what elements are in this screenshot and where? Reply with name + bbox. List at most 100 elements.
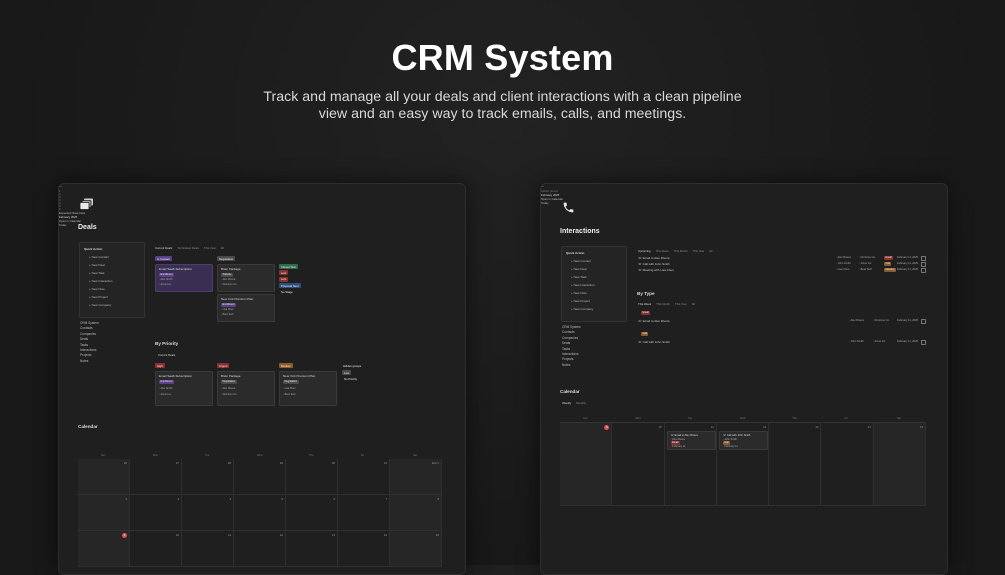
sidebar-nav-item[interactable]: Companies xyxy=(562,336,578,340)
interaction-checkbox[interactable] xyxy=(921,268,926,273)
calendar-event-card[interactable]: ☏ Email to Alex Rivera ◦ Alex Rivera Email… xyxy=(666,431,716,450)
calendar-day-cell[interactable]: 31 xyxy=(338,459,390,495)
quick-action-item[interactable]: + New Interaction xyxy=(89,279,112,283)
deal-card[interactable]: Email SaaS Subscription Enrollment ◦ Alex … xyxy=(155,264,213,292)
by-type-tab[interactable]: This Month xyxy=(656,302,670,306)
interaction-title[interactable]: ☏ Email to Alex Rivera xyxy=(638,256,669,260)
deal-card[interactable]: Email SaaS Subscription Enrollment ◦ Alex … xyxy=(155,371,213,406)
interaction-title[interactable]: ☏ Meeting with Lisa Chen xyxy=(638,268,674,272)
calendar-day-cell[interactable]: 9 xyxy=(78,531,130,567)
view-tab[interactable]: This Year xyxy=(204,246,216,250)
sidebar-nav-item[interactable]: CRM System xyxy=(80,321,99,325)
deal-card[interactable]: New York Premium Plan Negotiation ◦ Lisa C… xyxy=(279,371,337,406)
interaction-title[interactable]: ☏ Call with John Smith xyxy=(638,262,670,266)
hero-subtitle: Track and manage all your deals and clie… xyxy=(263,89,742,122)
calendar-day-cell[interactable]: 13 xyxy=(286,531,338,567)
calendar-day-cell[interactable]: 15 xyxy=(873,422,927,506)
interaction-checkbox[interactable] xyxy=(921,256,926,261)
calendar-day-cell[interactable]: 3 xyxy=(130,495,182,531)
calendar-day-cell[interactable]: 12 ☏ Call with John Smith ◦ John Smith Call… xyxy=(716,422,770,506)
interaction-checkbox[interactable] xyxy=(921,319,926,324)
deal-card[interactable]: Brain Package Negotiation ◦ Alex Rivera ◦ D… xyxy=(217,371,275,406)
interaction-title[interactable]: ☏ Email to Alex Rivera xyxy=(638,319,669,323)
quick-action-item[interactable]: + New Contact xyxy=(571,259,591,263)
calendar-day-cell[interactable]: 10 xyxy=(130,531,182,567)
sidebar-nav-item[interactable]: Projects xyxy=(80,353,92,357)
today-button[interactable]: Today xyxy=(59,223,465,227)
view-tab[interactable]: This Year xyxy=(693,249,705,253)
calendar-day-cell[interactable]: 28 xyxy=(182,459,234,495)
by-type-tab[interactable]: All xyxy=(692,302,695,306)
sidebar-nav-item[interactable]: Notes xyxy=(562,363,570,367)
calendar-view-tab[interactable]: Weekly xyxy=(562,401,571,405)
calendar-day-cell[interactable]: 30 xyxy=(286,459,338,495)
sidebar-nav-item[interactable]: Contacts xyxy=(562,330,575,334)
view-tab[interactable]: All xyxy=(709,249,712,253)
sidebar-nav-item[interactable]: Deals xyxy=(562,341,570,345)
sidebar-nav-item[interactable]: Projects xyxy=(562,357,574,361)
calendar-day-cell[interactable]: 15 xyxy=(390,531,442,567)
priority-group-label: Urgent xyxy=(217,363,230,368)
calendar-day-cell[interactable]: 4 xyxy=(182,495,234,531)
quick-action-item[interactable]: + New Interaction xyxy=(571,283,594,287)
interaction-checkbox[interactable] xyxy=(921,340,926,345)
view-tab[interactable]: Upcoming xyxy=(638,249,651,253)
quick-action-item[interactable]: + New Contact xyxy=(89,255,109,259)
sidebar-nav-item[interactable]: Tasks xyxy=(80,343,88,347)
sidebar-nav-item[interactable]: Notes xyxy=(80,359,88,363)
quick-action-item[interactable]: + New Task xyxy=(571,275,587,279)
calendar-day-cell[interactable]: 14 xyxy=(338,531,390,567)
calendar-day-cell[interactable]: 27 xyxy=(130,459,182,495)
interaction-date: February 11, 2025 xyxy=(897,256,919,259)
calendar-day-cell[interactable]: 8 xyxy=(390,495,442,531)
sidebar-nav-item[interactable]: Deals xyxy=(80,337,88,341)
calendar-day-cell[interactable]: 2 xyxy=(78,495,130,531)
calendar-view-tab[interactable]: Monthly xyxy=(576,401,586,405)
sidebar-nav-item[interactable]: Contacts xyxy=(80,326,93,330)
calendar-day-cell[interactable]: 13 xyxy=(769,422,822,506)
calendar-day-cell[interactable]: 9 xyxy=(560,422,613,506)
by-type-tab[interactable]: This Year xyxy=(675,302,687,306)
quick-action-item[interactable]: + New Note xyxy=(571,291,587,295)
calendar-day-cell[interactable]: 11 ☏ Email to Alex Rivera ◦ Alex Rivera Ema… xyxy=(664,422,717,506)
calendar-heading: Calendar xyxy=(78,424,98,429)
interaction-type: Email xyxy=(884,256,894,260)
deal-card[interactable]: Brain Package Website ◦ Alex Rivera ◦ Domin… xyxy=(217,264,275,292)
calendar-day-cell[interactable]: 6 xyxy=(286,495,338,531)
by-type-tab[interactable]: This Week xyxy=(638,302,651,306)
sidebar-nav-item[interactable]: Tasks xyxy=(562,347,570,351)
today-button[interactable]: Today xyxy=(541,201,947,205)
calendar-day-cell[interactable]: 10 xyxy=(612,422,665,506)
calendar-day-cell[interactable]: 14 xyxy=(821,422,874,506)
calendar-event-card[interactable]: ☏ Call with John Smith ◦ John Smith Call ◦ … xyxy=(718,431,768,450)
deal-card[interactable]: New York Premium Plan Enrollment ◦ Lisa Ch… xyxy=(217,294,275,322)
calendar-day-cell[interactable]: 11 xyxy=(182,531,234,567)
quick-action-item[interactable]: + New Project xyxy=(89,295,108,299)
quick-action-item[interactable]: + New Deal xyxy=(89,263,105,267)
view-tab[interactable]: All xyxy=(221,246,224,250)
sidebar-nav-item[interactable]: CRM System xyxy=(562,325,581,329)
quick-action-item[interactable]: + New Company xyxy=(89,303,111,307)
interaction-title[interactable]: ☏ Call with John Smith xyxy=(638,340,670,344)
tab-current-deals[interactable]: Current Deals xyxy=(158,353,180,357)
calendar-day-cell[interactable]: 29 xyxy=(234,459,286,495)
quick-action-item[interactable]: + New Project xyxy=(571,299,590,303)
view-tab[interactable]: Current Deals xyxy=(155,246,172,250)
view-tab[interactable]: This Week xyxy=(656,249,669,253)
view-tab[interactable]: Terminated Deals xyxy=(177,246,199,250)
quick-action-item[interactable]: + New Task xyxy=(89,271,105,275)
calendar-day-cell[interactable]: 5 xyxy=(234,495,286,531)
interaction-checkbox[interactable] xyxy=(921,262,926,267)
calendar-day-cell[interactable]: 26 xyxy=(78,459,130,495)
calendar-day-cell[interactable]: 7 xyxy=(338,495,390,531)
sidebar-nav-item[interactable]: Companies xyxy=(80,332,96,336)
view-tab[interactable]: This Month xyxy=(674,249,688,253)
calendar-day-cell[interactable]: 12 xyxy=(234,531,286,567)
sidebar-nav-item[interactable]: Interactions xyxy=(80,348,96,352)
quick-action-item[interactable]: + New Note xyxy=(89,287,105,291)
quick-action-item[interactable]: + New Deal xyxy=(571,267,587,271)
pipeline-stage-label: Lost xyxy=(279,276,289,282)
quick-action-item[interactable]: + New Company xyxy=(571,307,593,311)
sidebar-nav-item[interactable]: Interactions xyxy=(562,352,578,356)
calendar-day-cell[interactable]: Feb 1 xyxy=(390,459,442,495)
